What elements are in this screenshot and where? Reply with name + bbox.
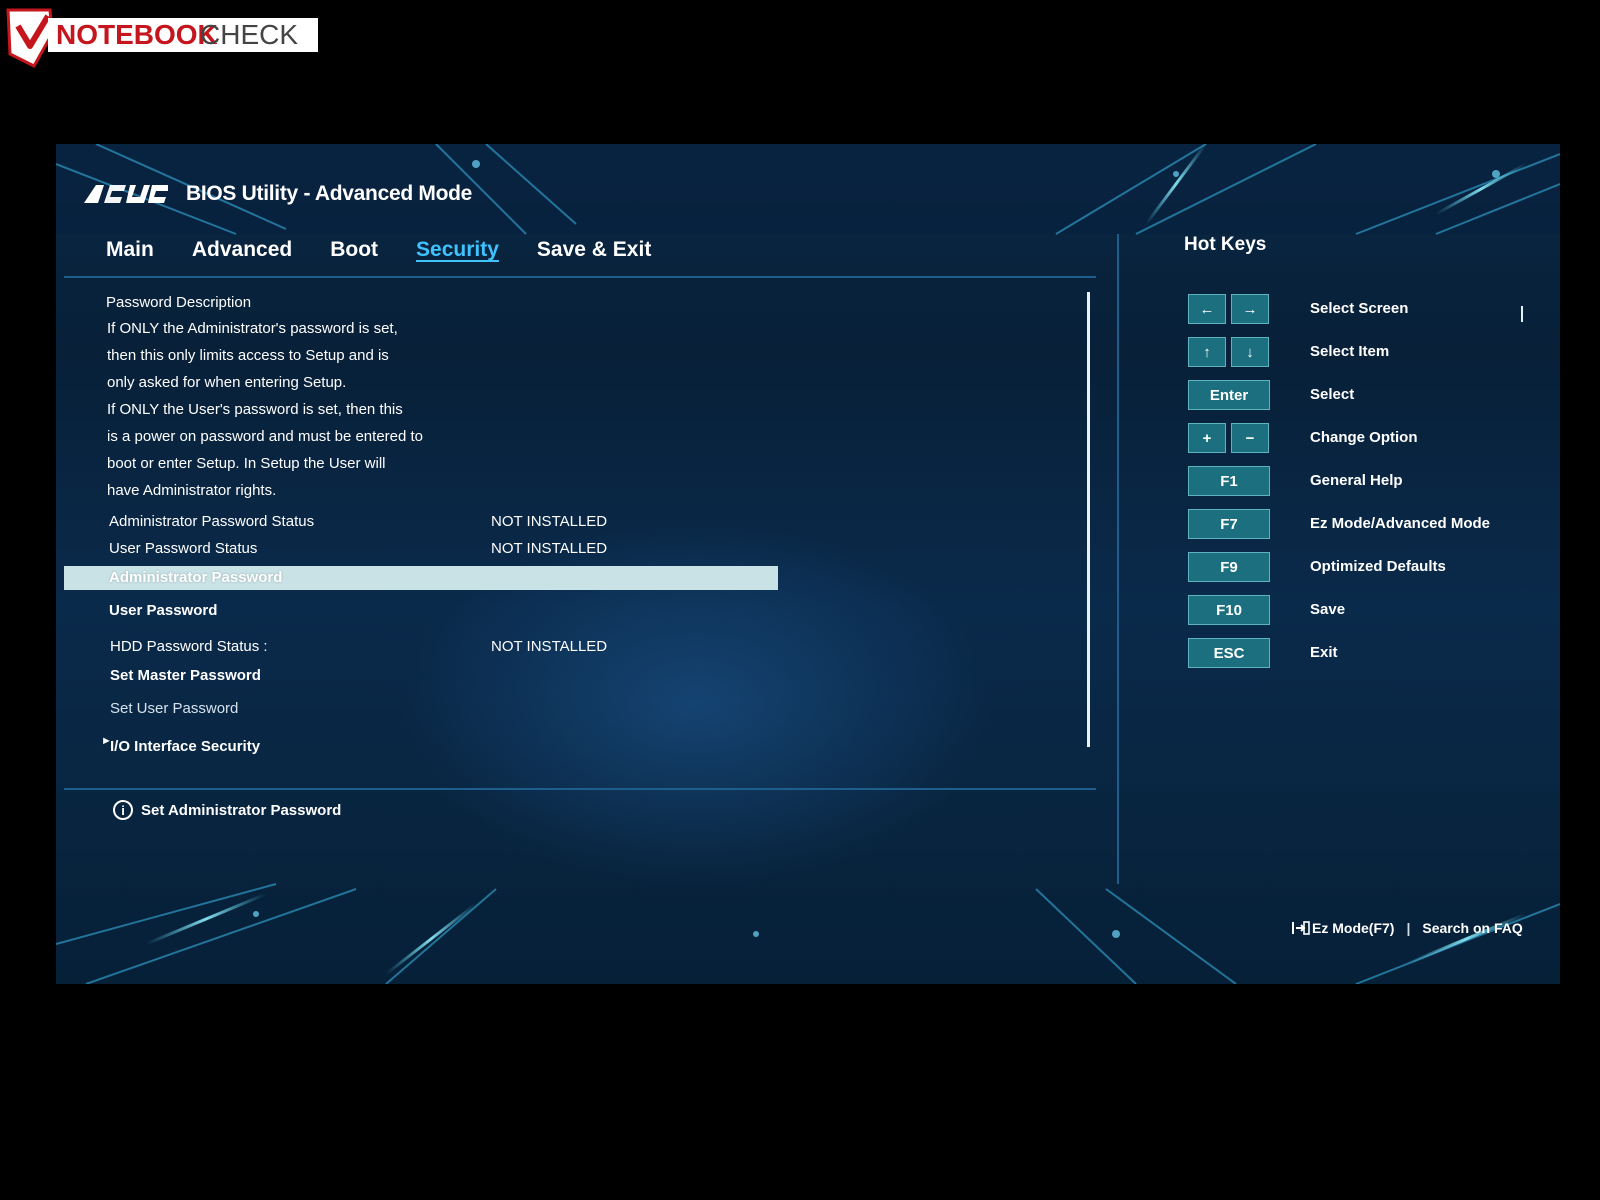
item-help-text: Set Administrator Password [141,801,342,819]
right-arrow-key[interactable]: → [1231,294,1269,324]
f1-key[interactable]: F1 [1188,466,1270,496]
set-user-password-label: Set User Password [110,700,239,717]
watermark-text-a: NOTEBOOK [56,19,218,50]
hdd-password-status-label: HDD Password Status : [110,638,268,655]
tab-main[interactable]: Main [106,238,154,262]
hotkey-save: F10 Save [1188,595,1548,629]
hotkey-label: Select [1310,386,1355,403]
administrator-password-label: Administrator Password [109,569,283,586]
description-line: then this only limits access to Setup an… [107,347,389,364]
enter-key[interactable]: Enter [1188,380,1270,410]
user-password-label: User Password [109,602,218,619]
set-master-password-label: Set Master Password [110,667,261,684]
item-help: i Set Administrator Password [113,800,341,820]
hdd-password-status-value: NOT INSTALLED [491,638,608,655]
hotkey-label: General Help [1310,472,1403,489]
hotkey-exit: ESC Exit [1188,638,1548,672]
tab-advanced[interactable]: Advanced [192,238,292,262]
hdd-password-status-row: HDD Password Status : NOT INSTALLED [106,635,806,659]
hotkey-label: Save [1310,601,1346,618]
hotkey-label: Ez Mode/Advanced Mode [1310,515,1491,532]
footer-separator: | [1406,920,1411,936]
description-line: is a power on password and must be enter… [107,428,424,445]
notebookcheck-logo: NOTEBOOK CHECK [6,8,318,68]
hotkey-select: Enter Select [1188,380,1548,414]
io-interface-security-item[interactable]: ► I/O Interface Security [101,735,806,759]
watermark-text-b: CHECK [200,19,298,50]
photo-frame: NOTEBOOK CHECK BIOS Utility - Advanced M… [0,0,1600,1200]
tab-save-exit[interactable]: Save & Exit [537,238,651,262]
hotkey-label: Exit [1310,644,1338,661]
administrator-password-item[interactable]: Administrator Password [64,566,778,590]
search-faq-link[interactable]: Search on FAQ [1422,920,1522,936]
hotkey-optimized-defaults: F9 Optimized Defaults [1188,552,1548,586]
admin-password-status-row: Administrator Password Status NOT INSTAL… [106,510,806,534]
description-line: If ONLY the User's password is set, then… [107,401,403,418]
ez-mode-link[interactable]: Ez Mode(F7) [1312,920,1394,936]
hotkey-select-screen: ← → Select Screen [1188,294,1548,328]
hotkey-change-option: + − Change Option [1188,423,1548,457]
down-arrow-key[interactable]: ↓ [1231,337,1269,367]
f9-key[interactable]: F9 [1188,552,1270,582]
tab-divider [64,276,1096,278]
plus-key[interactable]: + [1188,423,1226,453]
set-user-password-item[interactable]: Set User Password [106,697,806,721]
set-master-password-item[interactable]: Set Master Password [106,664,806,688]
f7-key[interactable]: F7 [1188,509,1270,539]
hotkey-label: Optimized Defaults [1310,558,1446,575]
user-password-status-row: User Password Status NOT INSTALLED [106,537,806,561]
scrollbar[interactable] [1087,292,1090,747]
f10-key[interactable]: F10 [1188,595,1270,625]
hot-keys-title: Hot Keys [1184,234,1267,255]
hotkey-select-item: ↑ ↓ Select Item [1188,337,1548,371]
asus-logo [84,185,168,203]
description-line: have Administrator rights. [107,482,277,499]
description-line: If ONLY the Administrator's password is … [107,320,398,337]
info-divider [64,788,1096,790]
esc-key[interactable]: ESC [1188,638,1270,668]
user-password-item[interactable]: User Password [106,599,806,623]
bios-title: BIOS Utility - Advanced Mode [186,182,473,205]
panel-divider [1117,234,1119,884]
main-tabs: Main Advanced Boot Security Save & Exit [106,238,689,262]
exit-to-ez-mode-icon [1292,921,1310,935]
hotkey-ez-mode: F7 Ez Mode/Advanced Mode [1188,509,1548,543]
hotkey-label: Select Screen [1310,300,1409,317]
description-line: only asked for when entering Setup. [107,374,347,391]
hotkey-label: Select Item [1310,343,1390,360]
footer-bar: Ez Mode(F7) | Search on FAQ [1292,920,1523,936]
user-password-status-value: NOT INSTALLED [491,540,608,557]
hotkey-general-help: F1 General Help [1188,466,1548,500]
tab-boot[interactable]: Boot [330,238,378,262]
bios-screen: BIOS Utility - Advanced Mode Main Advanc… [56,144,1560,984]
up-arrow-key[interactable]: ↑ [1188,337,1226,367]
io-interface-security-label: I/O Interface Security [110,738,261,755]
user-password-status-label: User Password Status [109,540,258,557]
hotkey-label: Change Option [1310,429,1418,446]
admin-password-status-value: NOT INSTALLED [491,513,608,530]
minus-key[interactable]: − [1231,423,1269,453]
info-icon: i [113,800,133,820]
title-bar: BIOS Utility - Advanced Mode [84,176,472,212]
left-arrow-key[interactable]: ← [1188,294,1226,324]
tab-security[interactable]: Security [416,238,499,262]
password-description-heading: Password Description [106,294,252,311]
description-line: boot or enter Setup. In Setup the User w… [107,455,386,472]
admin-password-status-label: Administrator Password Status [109,513,315,530]
notebookcheck-watermark: NOTEBOOK CHECK [4,4,334,68]
